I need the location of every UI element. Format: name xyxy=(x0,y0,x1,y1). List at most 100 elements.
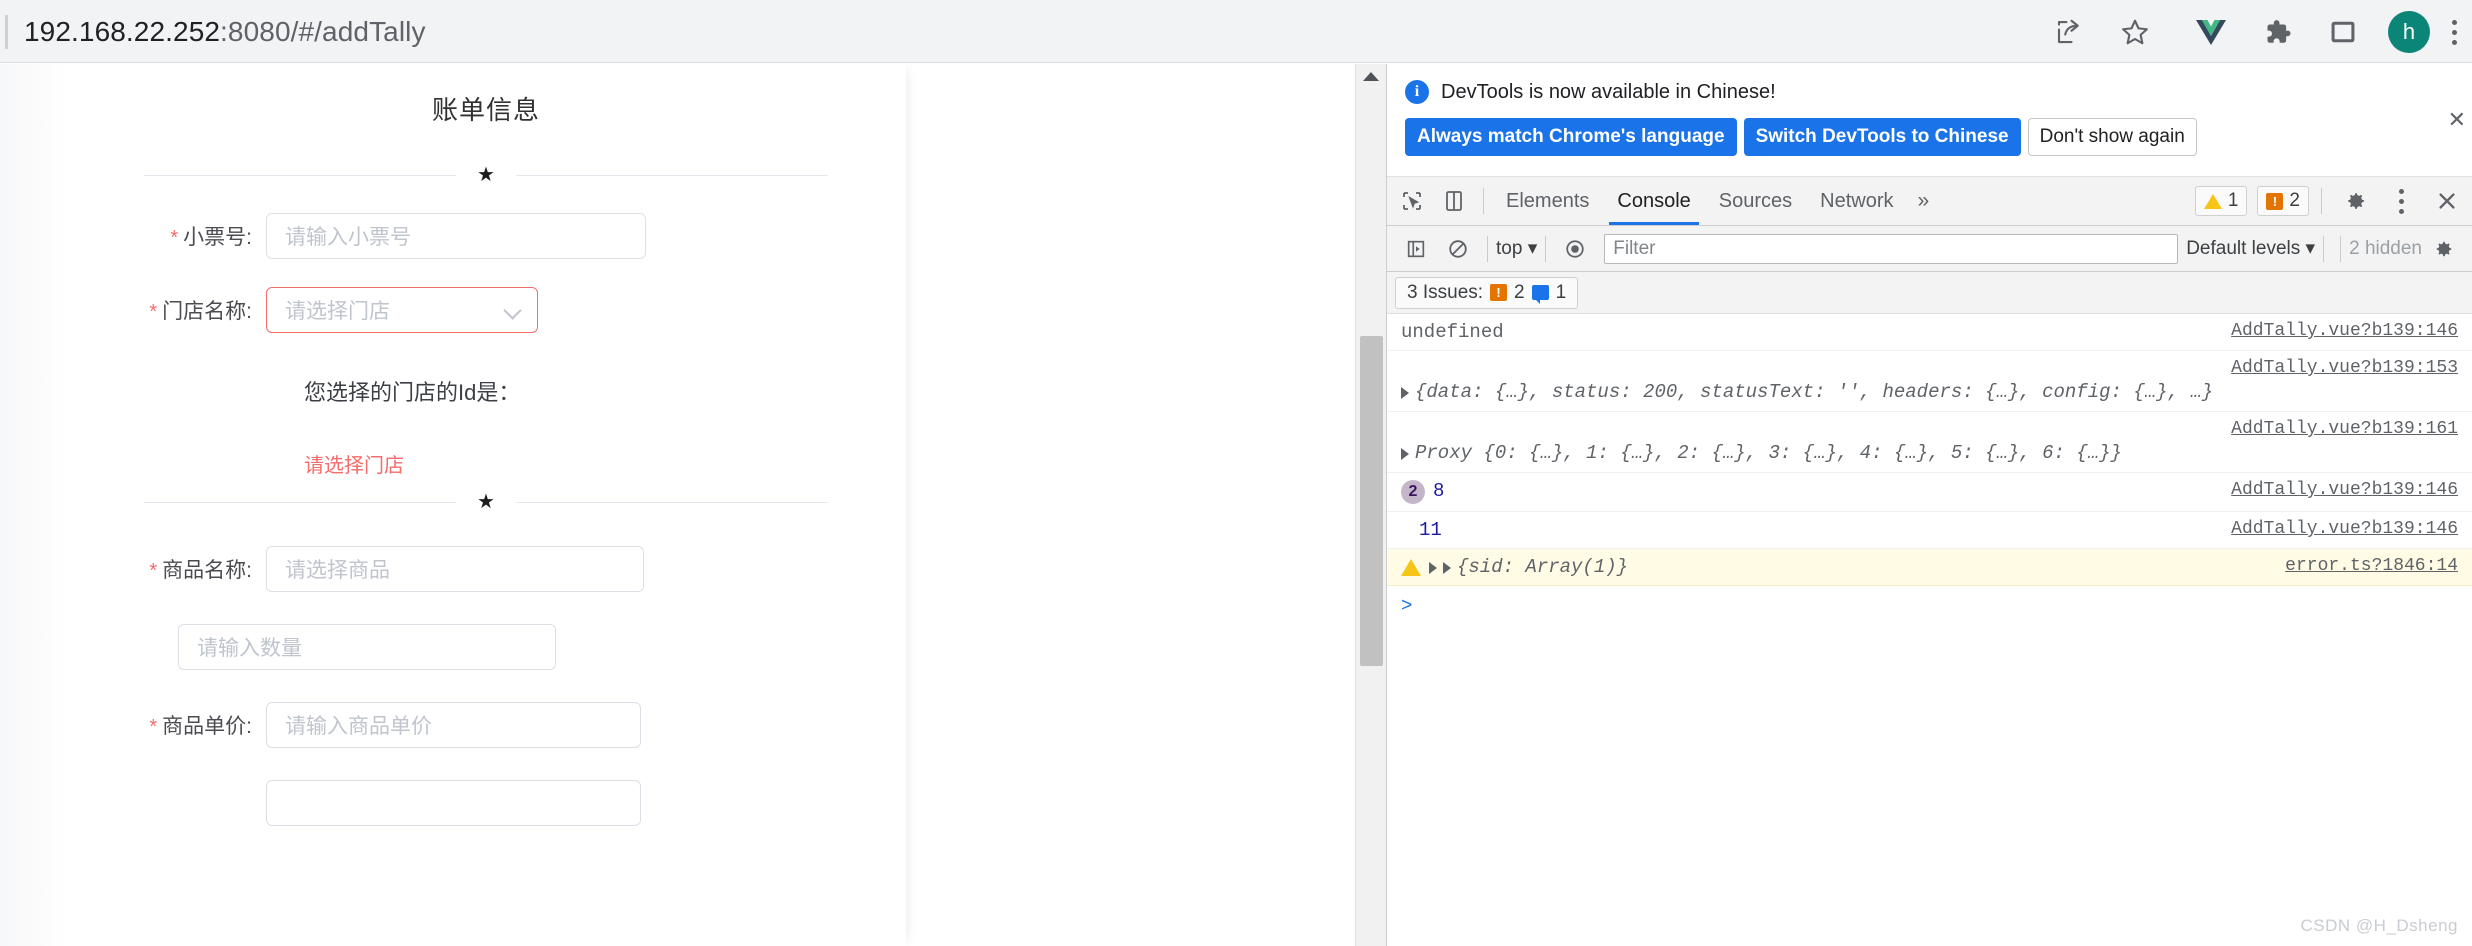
issues-label: 3 Issues: xyxy=(1407,281,1484,303)
console-log-row-warning[interactable]: {sid: Array(1)} error.ts?1846:14 xyxy=(1387,549,2472,586)
log-message: Proxy {0: {…}, 1: {…}, 2: {…}, 3: {…}, 4… xyxy=(1415,442,2122,464)
console-log-row[interactable]: undefined AddTally.vue?b139:146 xyxy=(1387,314,2472,351)
tab-network[interactable]: Network xyxy=(1806,177,1907,225)
console-sidebar-icon[interactable] xyxy=(1397,230,1435,268)
page-left-gutter xyxy=(0,64,66,946)
ticket-number-input[interactable]: 请输入小票号 xyxy=(266,213,646,259)
expand-arrow-icon[interactable] xyxy=(1401,447,1409,460)
omnibox[interactable]: 192.168.22.252:8080/#/addTally xyxy=(0,0,2068,63)
label-store-name: * 门店名称: xyxy=(66,295,266,325)
divider-line-left xyxy=(144,175,456,176)
device-toolbar-icon[interactable] xyxy=(1435,182,1473,220)
devtools-panel: i DevTools is now available in Chinese! … xyxy=(1386,64,2472,946)
warning-count: 1 xyxy=(2227,190,2239,211)
console-log-row[interactable]: AddTally.vue?b139:161 Proxy {0: {…}, 1: … xyxy=(1387,412,2472,473)
label-text: 商品名称: xyxy=(162,559,252,582)
console-settings-gear-icon[interactable] xyxy=(2424,230,2462,268)
next-partial-input[interactable] xyxy=(266,780,641,826)
quantity-input[interactable]: 请输入数量 xyxy=(178,624,556,670)
chrome-menu-icon[interactable] xyxy=(2442,9,2466,55)
store-name-select[interactable]: 请选择门店 xyxy=(266,287,538,333)
devtools-menu-icon[interactable] xyxy=(2382,182,2420,220)
dont-show-again-button[interactable]: Don't show again xyxy=(2027,118,2197,156)
form-row-ticket-number: * 小票号: 请输入小票号 xyxy=(66,213,906,259)
switch-devtools-chinese-button[interactable]: Switch DevTools to Chinese xyxy=(1743,118,2021,156)
log-source-link[interactable]: AddTally.vue?b139:146 xyxy=(2231,519,2458,539)
tab-sources[interactable]: Sources xyxy=(1705,177,1806,225)
ticket-number-placeholder: 请输入小票号 xyxy=(285,226,411,249)
execution-context-selector[interactable]: top ▾ xyxy=(1496,237,1537,260)
scroll-up-arrow-icon[interactable] xyxy=(1363,72,1379,81)
star-icon: ★ xyxy=(463,165,509,185)
unit-price-input[interactable]: 请输入商品单价 xyxy=(266,702,641,748)
log-message: {sid: Array(1)} xyxy=(1457,556,1629,578)
gear-icon[interactable] xyxy=(2336,182,2374,220)
expand-arrow-icon-2[interactable] xyxy=(1443,561,1451,574)
browser-toolbar: 192.168.22.252:8080/#/addTally h xyxy=(0,0,2472,63)
devtools-language-banner: i DevTools is now available in Chinese! … xyxy=(1387,64,2472,177)
warning-triangle-icon xyxy=(2203,193,2222,209)
error-count: 2 xyxy=(2289,190,2300,211)
always-match-language-button[interactable]: Always match Chrome's language xyxy=(1405,118,1737,156)
bill-info-card: 账单信息 ★ * 小票号: 请输入小票号 * 门店名称: 请选择门店 您选择的门店的… xyxy=(66,64,906,946)
console-prompt[interactable]: > xyxy=(1387,586,2472,626)
close-devtools-icon[interactable] xyxy=(2428,182,2466,220)
vue-devtools-icon[interactable] xyxy=(2188,9,2234,55)
toolbar-divider xyxy=(0,62,2472,63)
divider-middle: ★ xyxy=(66,492,906,512)
log-source-link[interactable]: AddTally.vue?b139:146 xyxy=(2231,321,2458,341)
selected-store-id-text: 您选择的门店的Id是： xyxy=(304,380,521,405)
more-tabs-icon[interactable]: » xyxy=(1908,189,1940,213)
extensions-puzzle-icon[interactable] xyxy=(2254,9,2300,55)
unit-price-placeholder: 请输入商品单价 xyxy=(285,715,432,738)
page-scrollbar[interactable] xyxy=(1355,64,1386,946)
log-source-link[interactable]: AddTally.vue?b139:161 xyxy=(2231,419,2458,439)
warning-count-badge[interactable]: 1 xyxy=(2194,186,2248,216)
chevron-down-icon[interactable] xyxy=(505,302,521,318)
side-panel-icon[interactable] xyxy=(2320,9,2366,55)
log-levels-selector[interactable]: Default levels ▾ xyxy=(2186,237,2315,260)
log-message: 11 xyxy=(1419,519,1442,541)
url-host: 192.168.22.252 xyxy=(24,15,221,47)
error-count-badge[interactable]: ! 2 xyxy=(2257,186,2309,216)
url-text: 192.168.22.252:8080/#/addTally xyxy=(24,16,426,48)
product-name-select[interactable]: 请选择商品 xyxy=(266,546,644,592)
log-source-link[interactable]: AddTally.vue?b139:153 xyxy=(2231,358,2458,378)
divider-line-left xyxy=(144,502,456,503)
issues-bar: 3 Issues: ! 2 1 xyxy=(1387,272,2472,314)
expand-arrow-icon[interactable] xyxy=(1429,561,1437,574)
log-source-link[interactable]: error.ts?1846:14 xyxy=(2285,556,2458,576)
console-toolbar-divider xyxy=(1487,235,1488,262)
scrollbar-thumb[interactable] xyxy=(1360,336,1383,666)
required-asterisk: * xyxy=(149,716,158,738)
label-unit-price: * 商品单价: xyxy=(66,710,266,740)
issue-error-icon: ! xyxy=(1490,284,1508,301)
inspect-element-icon[interactable] xyxy=(1393,182,1431,220)
chevron-down-icon: ▾ xyxy=(2305,238,2316,259)
label-product-name: * 商品名称: xyxy=(66,554,266,584)
product-name-placeholder: 请选择商品 xyxy=(285,559,390,582)
console-log-row[interactable]: AddTally.vue?b139:153 {data: {…}, status… xyxy=(1387,351,2472,412)
page-title: 账单信息 xyxy=(431,95,540,125)
avatar-initial: h xyxy=(2388,11,2430,53)
log-message: undefined xyxy=(1401,321,1504,343)
console-log-row[interactable]: 28 AddTally.vue?b139:146 xyxy=(1387,473,2472,512)
console-toolbar-divider-4 xyxy=(2340,235,2342,262)
tab-elements[interactable]: Elements xyxy=(1492,177,1603,225)
avatar[interactable]: h xyxy=(2386,9,2432,55)
console-filter-input[interactable]: Filter xyxy=(1604,233,2179,264)
issues-chip[interactable]: 3 Issues: ! 2 1 xyxy=(1395,276,1579,309)
console-log-row[interactable]: 11 AddTally.vue?b139:146 xyxy=(1387,512,2472,549)
omnibox-caret xyxy=(5,14,8,49)
devtools-tabbar-right: 1 ! 2 xyxy=(2189,182,2468,220)
log-source-link[interactable]: AddTally.vue?b139:146 xyxy=(2231,480,2458,500)
share-icon[interactable] xyxy=(2046,9,2092,55)
clear-console-icon[interactable] xyxy=(1439,230,1477,268)
form-row-quantity: *数量: 请输入数量 xyxy=(66,624,906,670)
bookmark-star-icon[interactable] xyxy=(2112,9,2158,55)
tabbar-divider-right xyxy=(2321,188,2322,214)
tab-console[interactable]: Console xyxy=(1603,177,1704,225)
expand-arrow-icon[interactable] xyxy=(1401,386,1409,399)
live-expression-eye-icon[interactable] xyxy=(1556,230,1594,268)
close-icon[interactable]: ✕ xyxy=(2448,107,2466,133)
